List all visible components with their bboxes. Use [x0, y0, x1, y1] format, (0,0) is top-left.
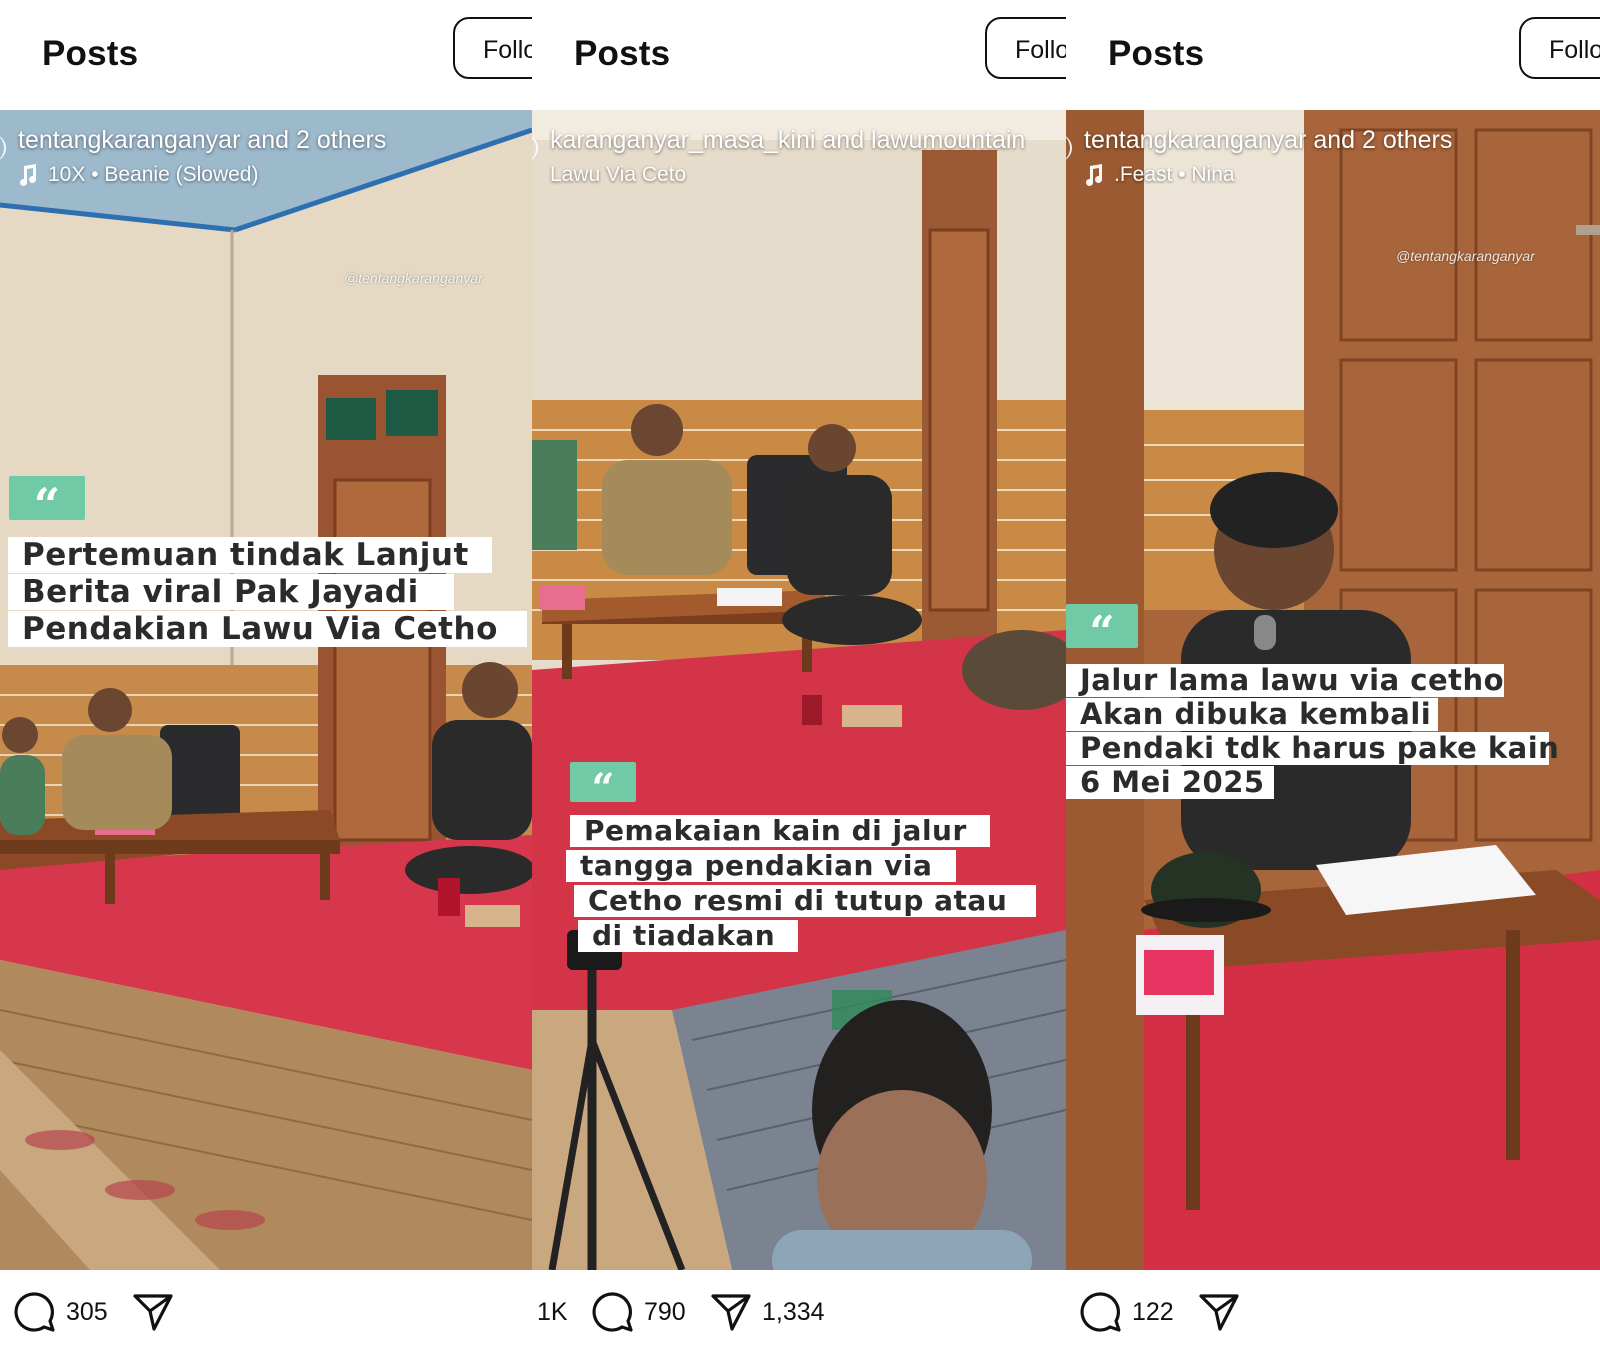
caption-line-4: 6 Mei 2025: [1066, 766, 1274, 799]
post-meta: karanganyar_masa_kini and lawumountain L…: [550, 126, 1060, 187]
reel-video[interactable]: tentangkaranganyar and 2 others 10X • Be…: [0, 110, 532, 1270]
send-icon: [133, 1294, 173, 1331]
reel-video[interactable]: tentangkaranganyar and 2 others .Feast •…: [1066, 110, 1600, 1270]
author-line[interactable]: tentangkaranganyar and 2 others: [1084, 126, 1594, 155]
caption-line-1: Pemakaian kain di jalur: [570, 815, 990, 847]
post-meta: tentangkaranganyar and 2 others 10X • Be…: [18, 126, 526, 187]
follow-button[interactable]: Follo: [1519, 17, 1600, 79]
follow-button[interactable]: Follo: [985, 17, 1066, 79]
author-username[interactable]: tentangkaranganyar: [18, 126, 240, 154]
quote-icon: “: [9, 476, 85, 532]
comment-icon: [592, 1292, 633, 1332]
music-note-icon: [1086, 164, 1103, 186]
page-title: Posts: [574, 34, 671, 73]
share-button[interactable]: [132, 1290, 174, 1334]
share-count: 1,334: [762, 1297, 825, 1326]
share-button[interactable]: [1198, 1290, 1240, 1334]
share-button[interactable]: 1,334: [710, 1290, 825, 1334]
send-icon: [1199, 1294, 1239, 1331]
caption-line-1: Pertemuan tindak Lanjut: [8, 537, 492, 573]
author-others[interactable]: and 2 others: [1306, 126, 1452, 154]
video-frame-meeting-room: [532, 110, 1066, 1270]
caption-line-3: Pendakian Lawu Via Cetho: [8, 611, 527, 647]
reel-actions: 305: [0, 1270, 532, 1358]
watermark: @tentangkaranganyar: [1396, 248, 1535, 264]
comment-button[interactable]: 122: [1080, 1290, 1174, 1334]
posts-header: Posts Follo: [532, 0, 1066, 110]
quote-icon: “: [570, 762, 636, 812]
comment-button[interactable]: 305: [14, 1290, 108, 1334]
caption-line-2: Akan dibuka kembali: [1066, 698, 1438, 731]
post-meta: tentangkaranganyar and 2 others .Feast •…: [1084, 126, 1594, 187]
posts-header: Posts Follo: [0, 0, 532, 110]
comment-count: 790: [644, 1297, 686, 1326]
comment-count: 305: [66, 1297, 108, 1326]
caption-line-2: tangga pendakian via: [566, 850, 956, 882]
reel-panel-2: Posts Follo karanganyar_masa_kini and la…: [532, 0, 1066, 1358]
audio-line[interactable]: Lawu Via Ceto: [550, 163, 1060, 187]
send-icon: [711, 1294, 751, 1331]
author-others[interactable]: and 2 others: [240, 126, 386, 154]
comment-count: 122: [1132, 1297, 1174, 1326]
audio-title: Lawu Via Ceto: [550, 163, 687, 186]
caption-line-3: Pendaki tdk harus pake kain: [1066, 732, 1559, 765]
comment-icon: [1080, 1292, 1121, 1332]
author-username[interactable]: karanganyar_masa_kini: [550, 126, 815, 154]
like-count: 1K: [537, 1297, 568, 1326]
audio-title: 10X • Beanie (Slowed): [48, 163, 259, 186]
quote-icon: “: [1066, 604, 1138, 658]
author-username[interactable]: tentangkaranganyar: [1084, 126, 1306, 154]
comment-icon: [14, 1292, 55, 1332]
music-note-icon: [20, 164, 37, 186]
author-others[interactable]: and lawumountain: [815, 126, 1025, 154]
comment-button[interactable]: 790: [592, 1290, 686, 1334]
reel-panel-1: Posts Follo tentangkaranganyar and 2 oth…: [0, 0, 532, 1358]
posts-header: Posts Follo: [1066, 0, 1600, 110]
reel-actions: 1K 790 1,334: [532, 1270, 1066, 1358]
page-title: Posts: [42, 34, 139, 73]
reel-panel-3: Posts Follo tentangkaranganyar and 2 oth…: [1066, 0, 1600, 1358]
audio-line[interactable]: .Feast • Nina: [1084, 163, 1594, 187]
caption-line-3: Cetho resmi di tutup atau: [574, 885, 1036, 917]
reel-actions: 122: [1066, 1270, 1600, 1358]
watermark: @tentangkaranganyar: [344, 270, 483, 286]
follow-button[interactable]: Follo: [453, 17, 532, 79]
audio-title: .Feast • Nina: [1114, 163, 1235, 186]
caption-line-1: Jalur lama lawu via cetho: [1066, 664, 1504, 697]
author-line[interactable]: karanganyar_masa_kini and lawumountain: [550, 126, 1060, 155]
author-line[interactable]: tentangkaranganyar and 2 others: [18, 126, 526, 155]
caption-line-4: di tiadakan: [578, 920, 798, 952]
page-title: Posts: [1108, 34, 1205, 73]
reel-video[interactable]: karanganyar_masa_kini and lawumountain L…: [532, 110, 1066, 1270]
audio-line[interactable]: 10X • Beanie (Slowed): [18, 163, 526, 187]
caption-line-2: Berita viral Pak Jayadi: [8, 574, 454, 610]
like-count-button[interactable]: 1K: [537, 1290, 568, 1334]
